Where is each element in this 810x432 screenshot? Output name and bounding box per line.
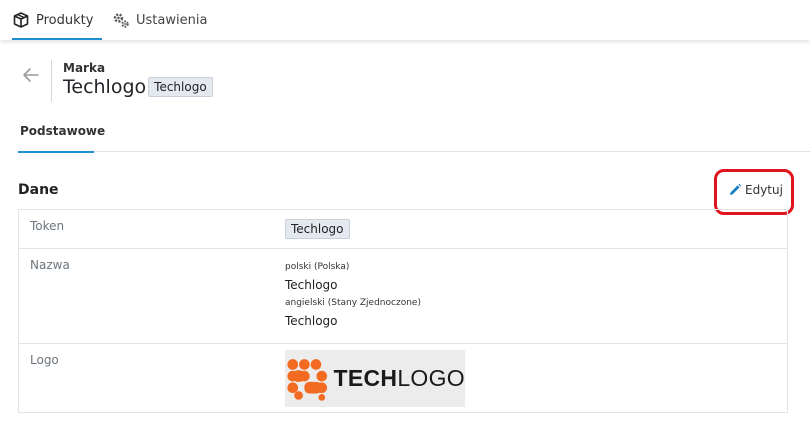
page-title: Techlogo Techlogo (63, 76, 213, 98)
logo-value-cell: TECHLOGO (285, 350, 465, 407)
gears-icon (112, 11, 130, 29)
pencil-icon (728, 183, 742, 197)
tab-produkty-label: Produkty (36, 12, 94, 28)
tab-produkty[interactable]: Produkty (12, 0, 102, 40)
tab-ustawienia[interactable]: Ustawienia (112, 0, 222, 40)
back-button[interactable] (20, 64, 42, 86)
tab-podstawowe[interactable]: Podstawowe (18, 124, 105, 153)
top-navigation: Produkty Ustawienia (0, 0, 810, 40)
details-table: Token Techlogo Nazwa polski (Polska) Tec… (18, 209, 788, 413)
edit-button-label: Edytuj (745, 183, 783, 197)
page-title-text: Techlogo (63, 76, 147, 98)
title-token-badge: Techlogo (148, 77, 213, 97)
locale-label: polski (Polska) (285, 262, 350, 272)
table-row-token: Token Techlogo (19, 210, 787, 248)
nazwa-value-cell: polski (Polska) Techlogo angielski (Stan… (285, 261, 421, 333)
logo-label: Logo (30, 353, 59, 367)
localized-name: Techlogo (285, 314, 338, 328)
tab-ustawienia-label: Ustawienia (136, 12, 208, 28)
token-value-cell: Techlogo (285, 218, 350, 239)
active-subtab-indicator (18, 151, 94, 153)
edit-button[interactable]: Edytuj (728, 183, 783, 197)
tab-podstawowe-label: Podstawowe (20, 124, 106, 138)
brand-logo-mark-icon (287, 358, 328, 401)
locale-label: angielski (Stany Zjednoczone) (285, 298, 421, 308)
active-tab-indicator (12, 38, 102, 40)
arrow-left-icon (23, 68, 39, 82)
nazwa-label: Nazwa (30, 258, 70, 272)
table-row-logo: Logo TECHLOGO (19, 343, 787, 412)
entity-type-label: Marka (63, 61, 106, 75)
section-title: Dane (18, 182, 59, 198)
localized-name: Techlogo (285, 278, 338, 292)
box-icon (12, 11, 30, 29)
brand-logo-wordmark: TECHLOGO (333, 365, 465, 391)
header-divider (51, 60, 52, 102)
token-label: Token (30, 219, 65, 233)
brand-logo-image: TECHLOGO (285, 350, 465, 407)
table-row-nazwa: Nazwa polski (Polska) Techlogo angielski… (19, 248, 787, 343)
token-badge: Techlogo (285, 219, 350, 239)
subtabs: Podstawowe (18, 120, 810, 153)
